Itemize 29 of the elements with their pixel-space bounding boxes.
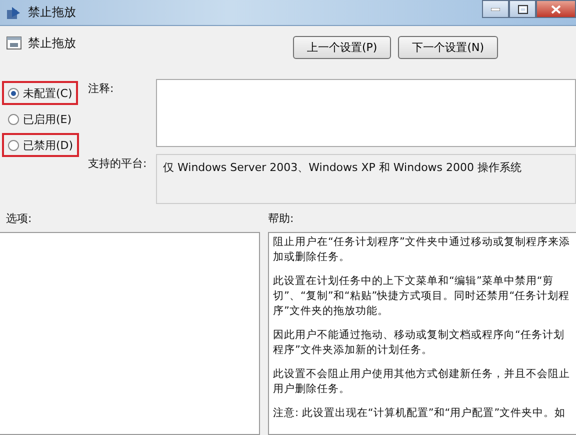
radio-option[interactable]: 未配置(C) [2,81,78,105]
comment-field[interactable] [156,79,576,147]
radio-option[interactable]: 已禁用(D) [2,133,80,157]
policy-icon [6,35,22,51]
maximize-button[interactable] [509,0,536,18]
options-label: 选项: [6,211,33,227]
minimize-icon [491,8,500,10]
radio-button-icon[interactable] [8,140,19,150]
app-icon [6,4,22,20]
platform-field: 仅 Windows Server 2003、Windows XP 和 Windows 2000 操作系统 [156,154,576,204]
minimize-button[interactable] [482,0,509,18]
close-icon [551,4,561,14]
policy-title: 禁止拖放 [28,35,76,52]
radio-button-icon[interactable] [8,88,19,98]
help-paragraph: 注意: 此设置出现在“计算机配置”和“用户配置”文件夹中。如 [273,406,567,421]
maximize-icon [518,4,528,14]
window-title: 禁止拖放 [28,4,76,21]
help-label: 帮助: [268,211,294,227]
help-paragraph: 因此用户不能通过拖动、移动或复制文档或程序向“任务计划程序”文件夹添加新的计划任务。 [273,328,566,358]
nav-button[interactable]: 下一个设置(N) [398,36,498,59]
platform-label: 支持的平台: [87,156,148,172]
radio-button-icon[interactable] [8,114,19,124]
radio-option[interactable]: 已启用(E) [2,107,78,131]
help-paragraph: 此设置在计划任务中的上下文菜单和“编辑”菜单中禁用“剪切”、“复制”和“粘贴”快捷方式项目。同时还禁用“任务计划程序”文件夹的拖放功能。 [273,274,571,319]
nav-button[interactable]: 上一个设置(P) [292,36,392,59]
close-button[interactable] [536,0,576,18]
comment-label: 注释: [87,81,115,97]
help-paragraph: 阻止用户在“任务计划程序”文件夹中通过移动或复制程序来添加或删除任务。 [273,235,571,265]
help-paragraph: 此设置不会阻止用户使用其他方式创建新任务，并且不会阻止用户删除任务。 [273,367,571,397]
